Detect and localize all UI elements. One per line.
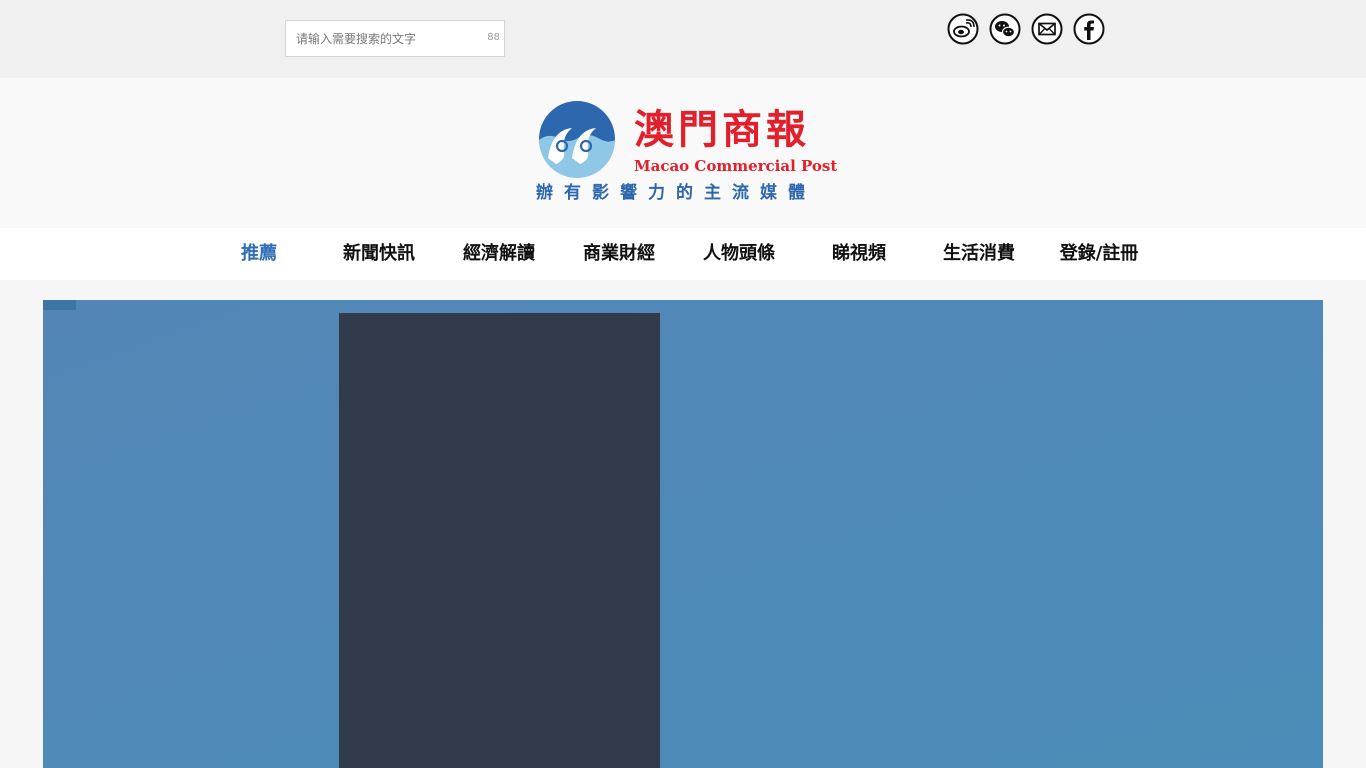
nav-item-login-register[interactable]: 登錄/註冊	[1039, 228, 1159, 280]
nav-item-lifestyle[interactable]: 生活消費	[919, 228, 1039, 280]
macao-commercial-post-logo-icon[interactable]	[538, 100, 616, 178]
facebook-icon[interactable]	[1073, 13, 1105, 45]
logo-title-english: Macao Commercial Post	[634, 157, 838, 175]
hero-banner[interactable]	[43, 300, 1323, 768]
wechat-icon[interactable]	[989, 13, 1021, 45]
weibo-icon[interactable]	[947, 13, 979, 45]
banner-indicator[interactable]	[43, 300, 76, 310]
nav-item-people-headlines[interactable]: 人物頭條	[679, 228, 799, 280]
nav-item-business-finance[interactable]: 商業財經	[559, 228, 679, 280]
nav-item-news-flash[interactable]: 新聞快訊	[319, 228, 439, 280]
main-navigation: 推薦 新聞快訊 經濟解讀 商業財經 人物頭條 睇視頻 生活消費 登錄/註冊	[0, 228, 1366, 280]
top-bar: 88	[0, 0, 1366, 78]
email-icon[interactable]	[1031, 13, 1063, 45]
nav-item-recommended[interactable]: 推薦	[199, 228, 319, 280]
logo-title-chinese: 澳門商報	[634, 106, 810, 153]
search-input[interactable]	[286, 21, 476, 56]
banner-image-panel	[339, 313, 660, 768]
nav-item-videos[interactable]: 睇視頻	[799, 228, 919, 280]
search-box[interactable]: 88	[285, 20, 505, 57]
nav-item-economic-analysis[interactable]: 經濟解讀	[439, 228, 559, 280]
logo-slogan: 辦有影響力的主流媒體	[536, 183, 816, 203]
search-button[interactable]: 88	[487, 32, 500, 43]
